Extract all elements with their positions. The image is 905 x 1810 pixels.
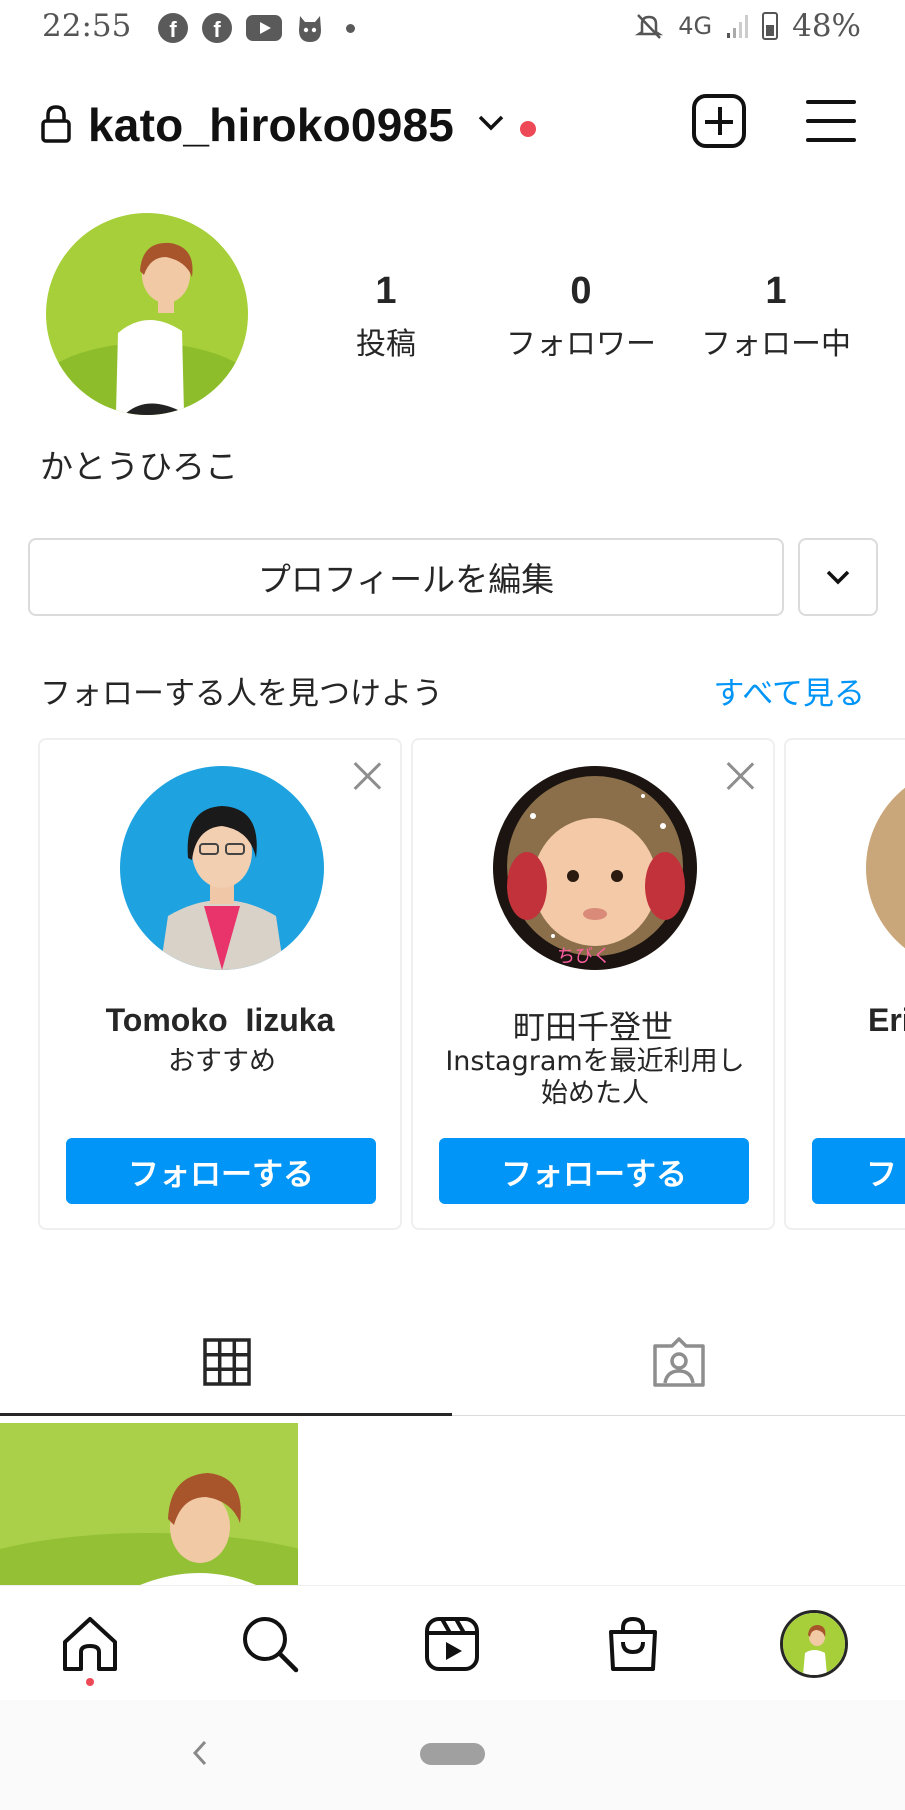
youtube-icon: [246, 15, 282, 41]
signal-icon: [727, 15, 749, 38]
notification-icons: f f: [158, 12, 355, 44]
dot-icon: [346, 23, 355, 33]
followers-label: フォロワー: [506, 327, 656, 362]
cat-app-icon: [299, 16, 321, 42]
close-icon[interactable]: [725, 760, 755, 790]
suggestion-avatar[interactable]: [120, 766, 324, 970]
posts-count: 1: [375, 270, 397, 312]
tagged-person-icon: [653, 1337, 705, 1387]
status-bar: 22:55 f f 4G 48%: [0, 0, 905, 56]
nav-home[interactable]: [60, 1614, 120, 1674]
posts-label: 投稿: [356, 327, 416, 362]
system-navigation-bar: [0, 1700, 905, 1810]
home-icon: [63, 1617, 117, 1671]
reels-icon: [425, 1617, 479, 1671]
back-icon[interactable]: [190, 1738, 210, 1768]
post-thumbnail[interactable]: [0, 1423, 298, 1585]
nav-profile-avatar[interactable]: [780, 1610, 848, 1678]
username-switcher[interactable]: kato_hiroko0985: [88, 98, 454, 152]
home-gesture-pill[interactable]: [420, 1743, 485, 1765]
follow-button[interactable]: フォローする: [66, 1138, 376, 1204]
tab-posts-grid[interactable]: [0, 1316, 452, 1416]
search-icon: [243, 1617, 299, 1673]
suggestion-name[interactable]: Tomoko Iizuka: [40, 1002, 400, 1039]
facebook-icon: f: [202, 13, 232, 43]
suggestion-carousel[interactable]: Tomoko Iizuka おすすめ フォローする ちびく 町田千登世 Inst…: [0, 738, 905, 1230]
facebook-icon: f: [158, 13, 188, 43]
bottom-navigation: [0, 1585, 905, 1700]
suggestion-card[interactable]: Tomoko Iizuka おすすめ フォローする: [38, 738, 402, 1230]
nav-shop[interactable]: [603, 1614, 663, 1674]
profile-tabs: [0, 1316, 905, 1416]
svg-text:ちびく: ちびく: [557, 946, 611, 967]
follow-button[interactable]: フ: [812, 1138, 905, 1204]
suggestion-reason: Instagramを最近利用し始めた人: [445, 1046, 745, 1109]
display-name: かとうひろこ: [40, 447, 238, 486]
mute-icon: [635, 14, 664, 39]
edit-profile-button[interactable]: プロフィールを編集: [28, 538, 784, 616]
tab-tagged[interactable]: [452, 1316, 905, 1416]
chevron-down-icon[interactable]: [476, 112, 506, 134]
see-all-link[interactable]: すべて見る: [713, 668, 865, 713]
profile-avatar[interactable]: [46, 213, 248, 415]
suggestion-reason: おすすめ: [168, 1046, 276, 1077]
suggestion-name[interactable]: 町田千登世: [413, 1002, 773, 1048]
followers-stat[interactable]: 0 フォロワー: [481, 270, 681, 363]
posts-stat[interactable]: 1 投稿: [286, 270, 486, 363]
create-post-button[interactable]: [692, 94, 746, 148]
nav-search[interactable]: [240, 1614, 300, 1674]
nav-reels[interactable]: [422, 1614, 482, 1674]
chevron-down-icon: [826, 570, 850, 585]
grid-icon: [203, 1338, 251, 1386]
suggestions-title: フォローする人を見つけよう: [40, 676, 443, 712]
profile-header: kato_hiroko0985: [0, 80, 905, 170]
suggestion-avatar[interactable]: [866, 766, 905, 970]
battery-percent: 48%: [792, 8, 861, 44]
menu-button[interactable]: [806, 98, 856, 144]
status-time: 22:55: [42, 8, 132, 44]
suggestion-avatar[interactable]: ちびく: [493, 766, 697, 970]
suggestion-card[interactable]: ちびく 町田千登世 Instagramを最近利用し始めた人 フォローする: [411, 738, 775, 1230]
system-status-icons: 4G 48%: [634, 8, 861, 44]
follow-button[interactable]: フォローする: [439, 1138, 749, 1204]
following-count: 1: [765, 270, 787, 312]
suggestion-card[interactable]: Eri フ: [784, 738, 905, 1230]
close-icon[interactable]: [352, 760, 382, 790]
following-label: フォロー中: [701, 327, 851, 362]
notification-dot: [520, 121, 536, 137]
suggestion-name[interactable]: Eri: [868, 1002, 905, 1039]
suggestions-toggle-button[interactable]: [798, 538, 878, 616]
following-stat[interactable]: 1 フォロー中: [676, 270, 876, 363]
network-type: 4G: [678, 12, 713, 40]
battery-icon: [762, 12, 779, 40]
lock-icon: [41, 105, 71, 143]
shopping-bag-icon: [609, 1616, 657, 1671]
followers-count: 0: [570, 270, 592, 312]
home-notification-dot: [86, 1678, 94, 1686]
